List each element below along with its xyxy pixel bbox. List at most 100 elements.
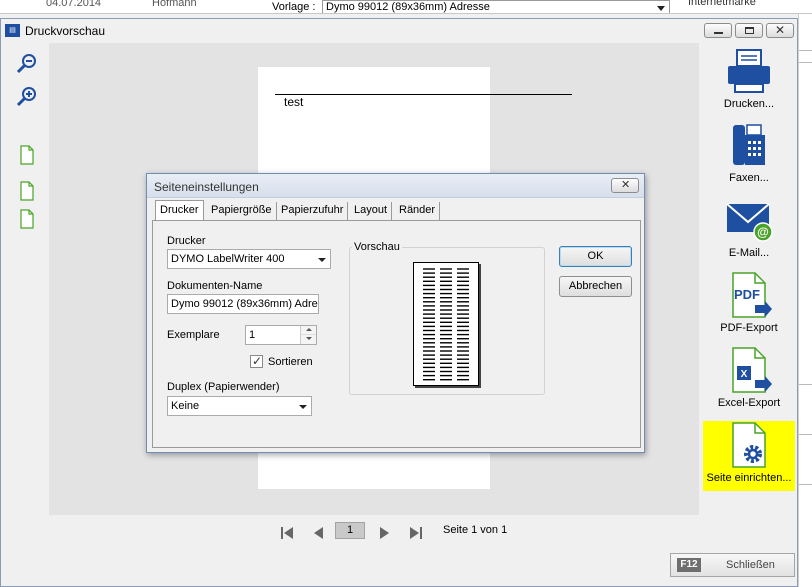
page-rule [275,94,572,95]
page-settings-icon [732,422,766,468]
page-text: test [284,95,304,109]
sort-checkbox[interactable]: ✓ [250,354,263,368]
tab-panel-drucker: Drucker DYMO LabelWriter 400 Dokumenten-… [152,220,641,448]
close-icon: ✕ [621,179,631,191]
zoom-in-icon [16,87,36,107]
app-logo-icon: ▤ [5,24,20,37]
copies-increment-button[interactable] [300,326,316,335]
svg-text:PDF: PDF [734,287,760,302]
pdf-export-button[interactable]: PDF PDF-Export [703,271,795,341]
label-lines-graphic [423,268,469,381]
dialog-close-button[interactable]: ✕ [611,178,639,193]
background-right-strip [798,14,812,587]
cancel-button[interactable]: Abbrechen [559,276,632,297]
minimize-icon [714,32,723,34]
print-label: Drucken... [723,98,775,110]
chevron-down-icon [657,6,665,11]
preview-group-label: Vorschau [352,241,402,253]
dialog-titlebar: Seiteneinstellungen ✕ [147,174,644,198]
excel-export-label: Excel-Export [717,397,781,409]
printer-label: Drucker [167,235,206,247]
zoom-out-button[interactable] [15,51,39,75]
last-page-icon [410,527,422,539]
close-window-button[interactable]: ✕ [766,23,794,38]
excel-export-button[interactable]: X Excel-Export [703,346,795,416]
previous-page-button[interactable] [311,525,327,541]
first-page-button[interactable] [279,525,295,541]
minimize-button[interactable] [704,23,732,38]
close-label: Schließen [726,559,775,571]
duplex-select[interactable]: Keine [167,396,312,416]
pdf-export-label: PDF-Export [720,322,778,334]
label-preview-thumbnail [413,262,479,386]
first-page-icon [281,527,293,539]
next-page-button[interactable] [376,525,392,541]
svg-text:X: X [741,369,748,380]
document-name-input[interactable]: Dymo 99012 (89x36mm) Adresse [167,294,319,314]
single-page-button[interactable] [15,143,39,167]
page-count-label: Seite 1 von 1 [443,524,508,536]
printer-value: DYMO LabelWriter 400 [171,253,285,265]
duplex-value: Keine [171,400,200,412]
page-setup-label: Seite einrichten... [703,472,795,484]
email-button[interactable]: @ E-Mail... [703,196,795,266]
background-date: 04.07.2014 [46,0,102,9]
tab-layout[interactable]: Layout [350,202,393,220]
page-setup-button[interactable]: Seite einrichten... [703,421,795,491]
zoom-in-button[interactable] [15,84,39,108]
maximize-icon [745,27,754,34]
close-preview-button[interactable]: F12 Schließen [670,553,795,577]
svg-text:@: @ [757,225,769,239]
fax-label: Faxen... [729,172,769,184]
ok-button[interactable]: OK [559,246,632,267]
next-page-icon [380,527,389,539]
preview-titlebar: ▤ Druckvorschau ✕ [1,19,797,43]
duplex-label: Duplex (Papierwender) [167,381,280,393]
copies-stepper[interactable]: 1 [245,325,317,345]
tab-raender[interactable]: Ränder [395,202,441,220]
close-icon: ✕ [775,23,786,37]
tab-papiergroesse[interactable]: Papiergröße [207,202,277,220]
f12-key-badge: F12 [677,558,701,572]
chevron-down-icon [318,258,326,262]
copies-label: Exemplare [167,329,220,341]
page-settings-dialog: Seiteneinstellungen ✕ Drucker Papiergröß… [146,173,645,453]
zoom-out-icon [16,54,36,74]
preview-group [349,247,545,395]
email-label: E-Mail... [728,247,770,259]
background-app-header: 04.07.2014 Hofmann Vorlage : Dymo 99012 … [0,0,812,14]
print-button[interactable]: Drucken... [703,47,795,117]
email-icon: @ [726,203,773,242]
chevron-down-icon [299,405,307,409]
fax-button[interactable]: Faxen... [703,121,795,191]
sort-label: Sortieren [268,356,313,368]
tab-papierzufuhr[interactable]: Papierzufuhr [277,202,349,220]
preview-title: Druckvorschau [25,24,106,38]
dialog-title: Seiteneinstellungen [154,180,259,194]
fax-icon [733,124,765,165]
document-name-label: Dokumenten-Name [167,280,263,292]
background-vorlage-select[interactable]: Dymo 99012 (89x36mm) Adresse [322,0,670,13]
previous-page-icon [314,527,323,539]
copies-value: 1 [249,329,256,341]
background-vorlage-value: Dymo 99012 (89x36mm) Adresse [326,1,490,13]
background-name: Hofmann [152,0,197,9]
excel-file-icon: X [732,347,772,393]
chevron-down-icon [306,337,312,340]
single-page-icon [20,145,34,165]
page-navigator: 1 Seite 1 von 1 [1,517,699,547]
two-pages-button[interactable] [15,179,39,231]
chevron-up-icon [306,328,312,331]
printer-select[interactable]: DYMO LabelWriter 400 [167,249,331,269]
copies-decrement-button[interactable] [300,335,316,344]
pdf-file-icon: PDF [732,272,772,318]
printer-icon [728,49,770,93]
tab-drucker[interactable]: Drucker [155,200,204,221]
checkmark-icon: ✓ [252,354,263,368]
two-pages-icon [20,181,34,229]
current-page-field[interactable]: 1 [335,522,365,539]
last-page-button[interactable] [408,525,424,541]
background-vorlage-label: Vorlage : [272,1,316,13]
maximize-button[interactable] [735,23,763,38]
background-right-text: Internetmarke [688,0,756,8]
